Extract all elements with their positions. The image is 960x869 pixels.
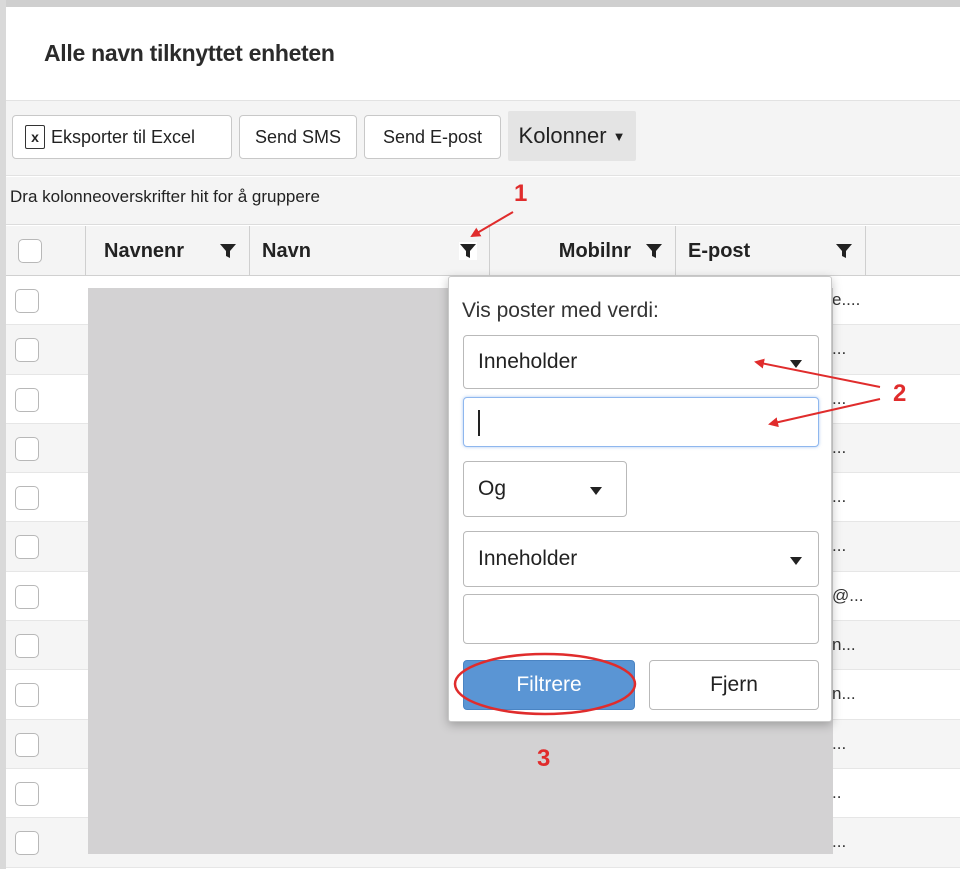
cell-text-fragment: ... — [832, 339, 847, 359]
column-label-navn: Navn — [262, 239, 311, 262]
chevron-down-icon — [790, 360, 802, 368]
chevron-down-icon — [590, 487, 602, 495]
annotation-number-3: 3 — [537, 745, 551, 772]
filter-apply-button[interactable]: Filtrere — [463, 660, 635, 710]
text-cursor — [478, 410, 480, 436]
columns-label: Kolonner — [518, 123, 607, 148]
column-label-navnenr: Navnenr — [104, 239, 185, 262]
annotation-number-2: 2 — [893, 380, 907, 407]
filter-value-input-2[interactable] — [463, 594, 819, 644]
cell-text-fragment: ... — [832, 487, 847, 507]
column-label-epost: E-post — [688, 239, 751, 262]
operator-value-2: Inneholder — [478, 547, 578, 570]
top-border — [0, 0, 960, 7]
group-hint: Dra kolonneoverskrifter hit for å gruppe… — [10, 187, 320, 206]
filter-clear-button[interactable]: Fjern — [649, 660, 819, 710]
annotation-number-1: 1 — [514, 180, 528, 207]
filter-icon[interactable] — [835, 242, 853, 260]
group-drop-zone[interactable]: Dra kolonneoverskrifter hit for å gruppe… — [6, 177, 960, 225]
filter-value-input-1[interactable] — [463, 397, 819, 447]
grid-header: Navnenr Navn Mobilnr E-post — [6, 226, 960, 276]
row-checkbox[interactable] — [15, 535, 39, 560]
filter-icon[interactable] — [645, 242, 663, 260]
row-checkbox[interactable] — [15, 634, 39, 659]
column-label-mobilnr: Mobilnr — [558, 239, 631, 262]
cell-text-fragment: n... — [832, 635, 856, 655]
select-all-checkbox[interactable] — [18, 239, 42, 263]
row-checkbox[interactable] — [15, 486, 39, 511]
row-checkbox[interactable] — [15, 436, 39, 461]
row-checkbox[interactable] — [15, 584, 39, 609]
page-title: Alle navn tilknyttet enheten — [44, 40, 335, 66]
cell-text-fragment: ... — [832, 437, 847, 457]
chevron-down-icon: ▼ — [612, 128, 626, 144]
operator-select-1[interactable]: Inneholder — [463, 335, 819, 389]
cell-text-fragment: n... — [832, 684, 856, 704]
filter-popup: Vis poster med verdi: Inneholder Og Inne… — [448, 276, 832, 722]
filter-caption: Vis poster med verdi: — [462, 299, 659, 322]
cell-text-fragment: ... — [832, 388, 847, 408]
row-checkbox[interactable] — [15, 781, 39, 806]
operator-select-2[interactable]: Inneholder — [463, 531, 819, 587]
row-checkbox[interactable] — [15, 683, 39, 708]
row-checkbox[interactable] — [15, 387, 39, 412]
column-header-mobilnr[interactable]: Mobilnr — [490, 226, 676, 276]
filter-icon[interactable] — [459, 242, 477, 260]
send-sms-button[interactable]: Send SMS — [239, 115, 357, 159]
send-email-button[interactable]: Send E-post — [364, 115, 501, 159]
export-excel-label: Eksporter til Excel — [51, 126, 196, 147]
toolbar: x Eksporter til Excel Send SMS Send E-po… — [6, 100, 960, 176]
cell-text-fragment: ... — [832, 536, 847, 556]
header-select-cell — [6, 226, 86, 276]
row-checkbox[interactable] — [15, 289, 39, 313]
cell-text-fragment: .. — [832, 782, 842, 802]
cell-text-fragment: ... — [832, 832, 847, 852]
column-header-navn[interactable]: Navn — [250, 226, 490, 276]
cell-text-fragment: @... — [832, 585, 864, 605]
row-checkbox[interactable] — [15, 338, 39, 363]
cell-text-fragment: e.... — [832, 290, 861, 309]
column-header-navnenr[interactable]: Navnenr — [86, 226, 250, 276]
excel-icon: x — [25, 125, 45, 149]
chevron-down-icon — [790, 557, 802, 565]
export-excel-button[interactable]: x Eksporter til Excel — [12, 115, 232, 159]
logic-value: Og — [478, 477, 507, 500]
columns-menu-button[interactable]: Kolonner ▼ — [508, 111, 636, 161]
logic-select[interactable]: Og — [463, 461, 627, 517]
filter-icon[interactable] — [219, 242, 237, 260]
column-header-epost[interactable]: E-post — [676, 226, 866, 276]
row-checkbox[interactable] — [15, 732, 39, 757]
cell-text-fragment: ... — [832, 733, 847, 753]
row-checkbox[interactable] — [15, 831, 39, 856]
operator-value-1: Inneholder — [478, 350, 578, 373]
